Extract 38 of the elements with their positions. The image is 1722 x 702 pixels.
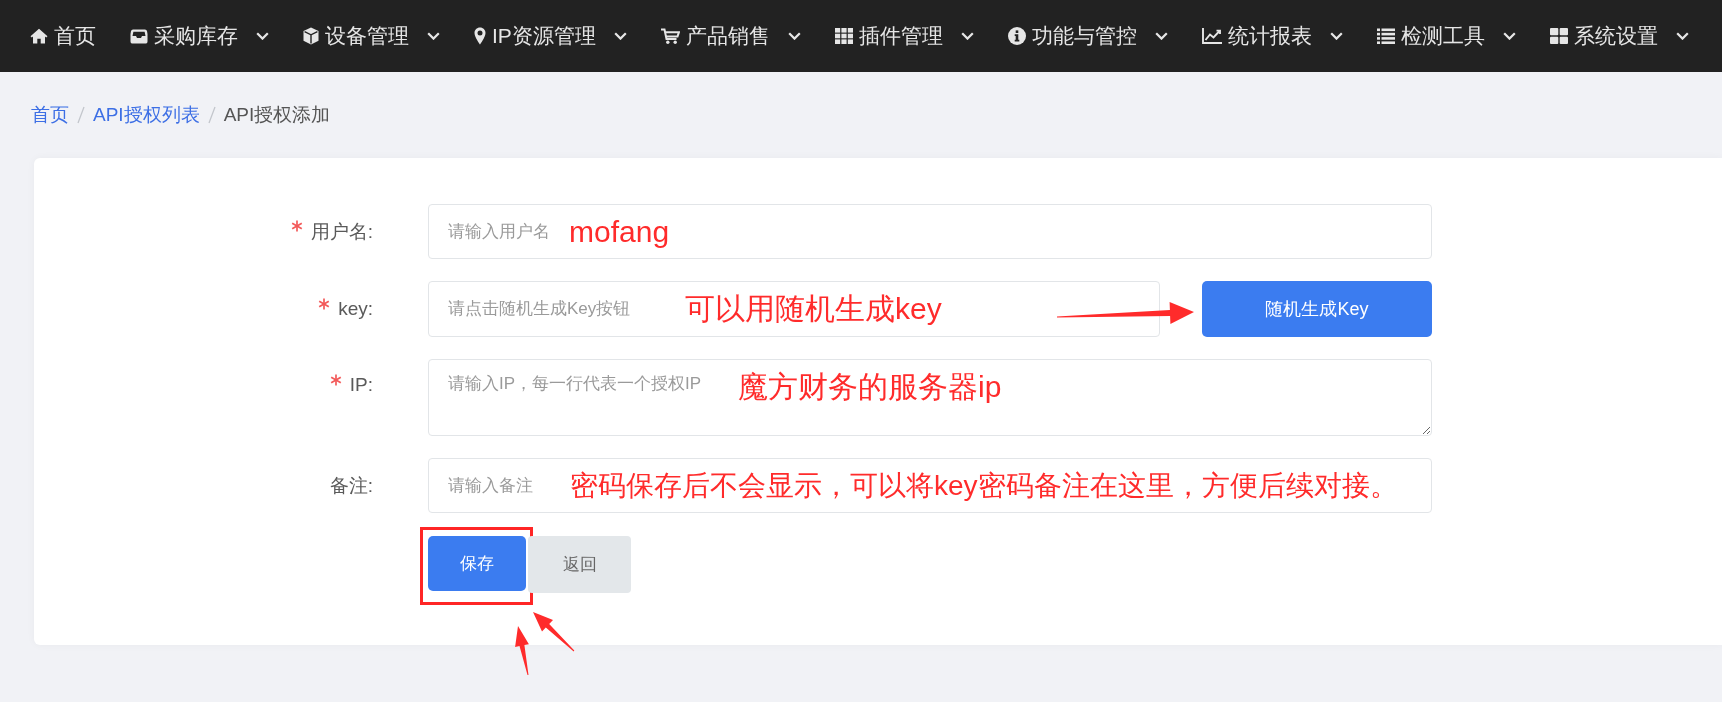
annotation-text: 魔方财务的服务器ip (738, 369, 1002, 405)
nav-menu-item[interactable]: 系统设置 (1549, 23, 1689, 49)
nav-menu-item[interactable]: 采购库存 (130, 23, 269, 49)
home-icon (30, 28, 48, 44)
list-icon (1376, 28, 1395, 44)
breadcrumb-link[interactable]: API授权列表 (93, 103, 200, 127)
line-chart-icon (1201, 28, 1222, 44)
nav-menu-item[interactable]: 设备管理 (303, 23, 440, 49)
tiles-icon (1549, 28, 1568, 44)
tray-icon (130, 28, 148, 44)
nav-menu-item[interactable]: 首页 (30, 23, 96, 49)
nav-menu-item[interactable]: IP资源管理 (474, 23, 627, 49)
annotation-arrow (515, 626, 529, 676)
nav-menu-item[interactable]: 功能与管控 (1007, 23, 1168, 49)
cube-icon (303, 27, 319, 45)
annotation-text: 密码保存后不会显示，可以将key密码备注在这里，方便后续对接。 (570, 471, 1398, 500)
breadcrumb-separator (77, 106, 85, 124)
nav-menu-item[interactable]: 产品销售 (660, 23, 801, 49)
annotation-arrow (533, 612, 575, 652)
field-label: IP: (349, 373, 373, 397)
map-pin-icon (474, 27, 486, 45)
breadcrumb-link[interactable]: 首页 (31, 103, 69, 127)
back-button[interactable]: 返回 (528, 536, 631, 593)
save-button[interactable]: 保存 (428, 536, 526, 591)
nav-menu-item[interactable]: 检测工具 (1376, 23, 1516, 49)
nav-menu-item[interactable]: 统计报表 (1201, 23, 1343, 49)
field-label: 备注: (329, 473, 373, 498)
info-icon (1007, 27, 1026, 45)
grid-icon (834, 28, 853, 44)
cart-icon (660, 28, 680, 44)
nav-menu-item[interactable]: 插件管理 (834, 23, 974, 49)
field-label: 用户名: (310, 219, 373, 244)
breadcrumb-current: API授权添加 (223, 103, 331, 127)
annotation-text: 可以用随机生成key (685, 291, 942, 327)
annotation-text: mofang (569, 213, 670, 250)
field-label: key: (338, 297, 373, 321)
breadcrumb-separator (207, 106, 216, 124)
generate-key-button[interactable]: 随机生成Key (1202, 281, 1432, 337)
